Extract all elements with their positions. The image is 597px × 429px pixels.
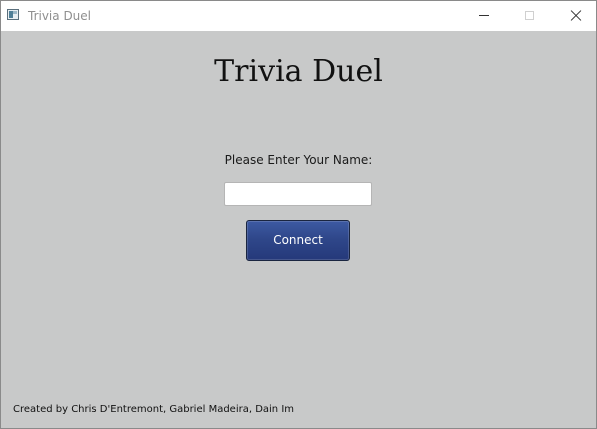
app-window-icon	[7, 9, 19, 20]
close-icon[interactable]	[552, 1, 597, 31]
name-input[interactable]	[224, 182, 372, 206]
name-label: Please Enter Your Name:	[224, 153, 373, 167]
app-window: Trivia Duel Trivia Duel Please Enter You…	[0, 0, 597, 429]
title-bar[interactable]: Trivia Duel	[1, 1, 596, 31]
page-title: Trivia Duel	[214, 54, 383, 89]
credits-text: Created by Chris D'Entremont, Gabriel Ma…	[13, 404, 295, 415]
connect-button[interactable]: Connect	[246, 220, 350, 261]
maximize-icon[interactable]	[507, 1, 553, 31]
minimize-icon[interactable]	[461, 1, 507, 31]
window-title: Trivia Duel	[28, 9, 91, 23]
